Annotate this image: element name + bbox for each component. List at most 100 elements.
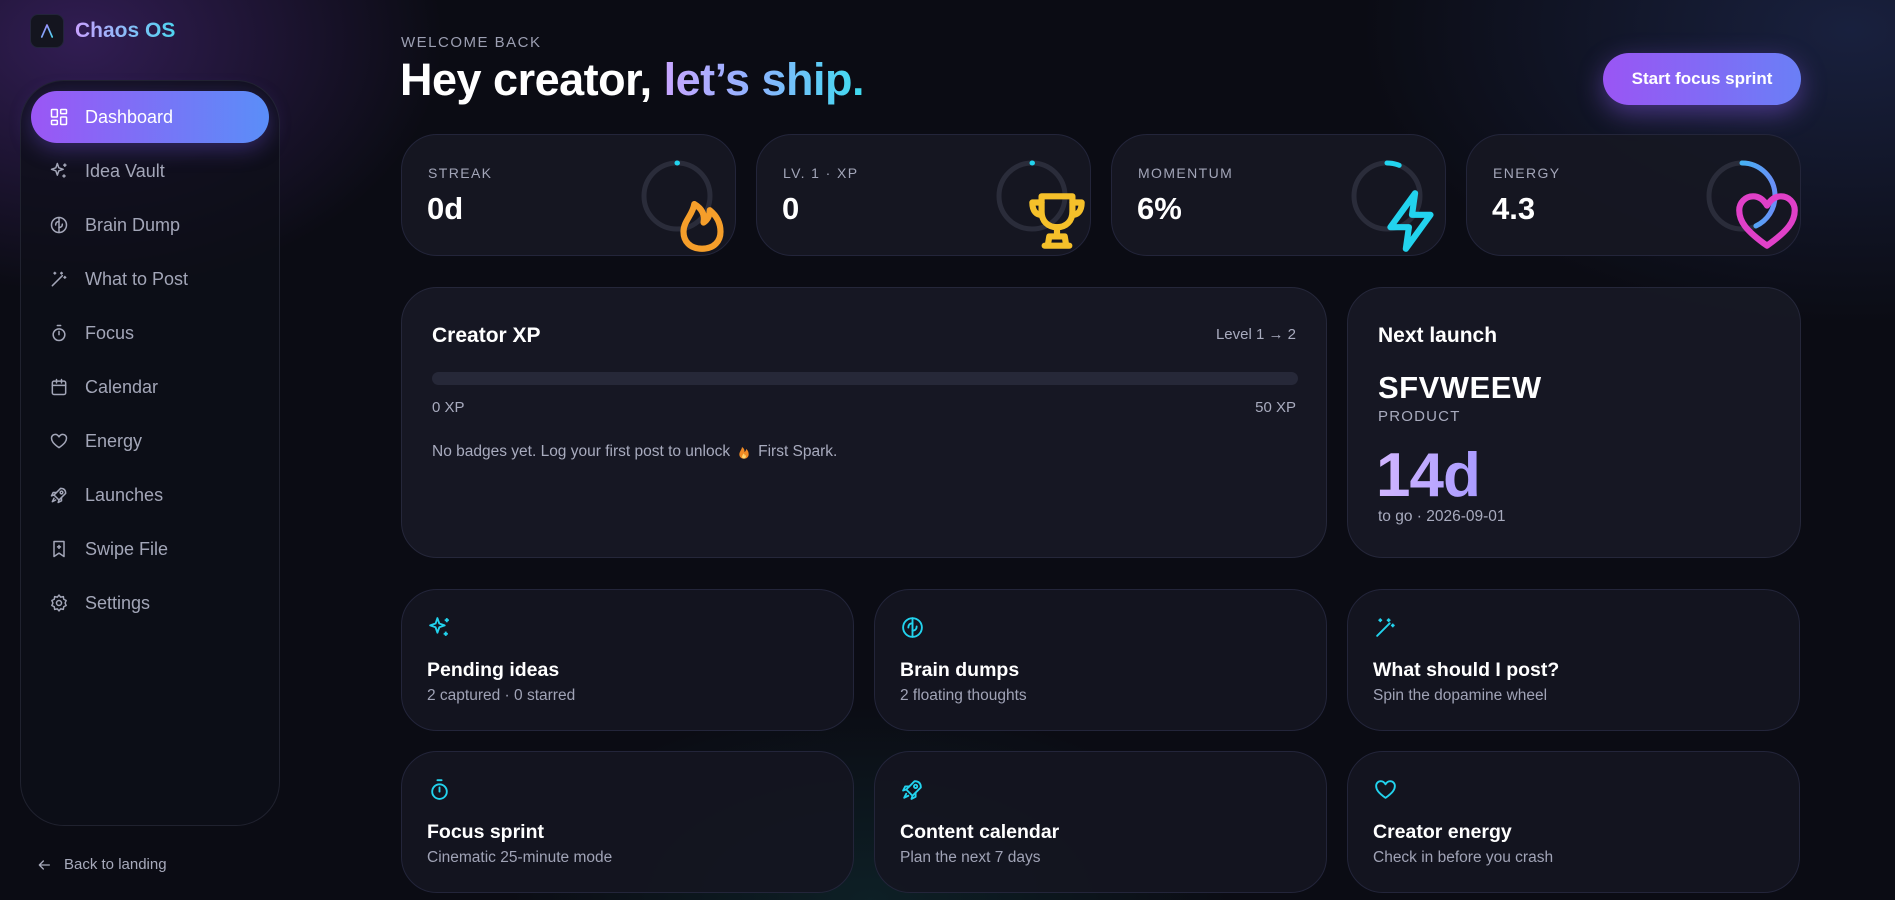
stat-card-xp: LV. 1 · XP 0 xyxy=(756,134,1091,256)
next-launch-card: Next launch SFVWEEW PRODUCT 14d to go · … xyxy=(1347,287,1801,558)
content-calendar-card[interactable]: Content calendar Plan the next 7 days xyxy=(874,751,1327,893)
trophy-icon xyxy=(1029,193,1085,249)
sidebar-item-brain-dump[interactable]: Brain Dump xyxy=(31,199,269,251)
stat-label: ENERGY xyxy=(1493,165,1561,181)
stat-value: 0d xyxy=(427,191,464,226)
sidebar-item-energy[interactable]: Energy xyxy=(31,415,269,467)
what-to-post-card[interactable]: What should I post? Spin the dopamine wh… xyxy=(1347,589,1800,731)
pending-ideas-card[interactable]: Pending ideas 2 captured · 0 starred xyxy=(401,589,854,731)
sidebar-item-focus[interactable]: Focus xyxy=(31,307,269,359)
action-title: Content calendar xyxy=(900,821,1060,843)
badges-note: No badges yet. Log your first post to un… xyxy=(432,443,837,461)
sidebar-item-label: Brain Dump xyxy=(85,214,181,235)
card-title: Creator XP xyxy=(432,324,541,347)
launch-countdown: 14d xyxy=(1376,441,1481,510)
brain-icon xyxy=(50,216,68,234)
creator-xp-card: Creator XP Level 1 → 2 0 XP 50 XP No bad… xyxy=(401,287,1327,558)
dashboard-icon xyxy=(50,108,68,126)
calendar-icon xyxy=(51,378,67,396)
action-title: Creator energy xyxy=(1373,821,1512,843)
action-subtitle: Plan the next 7 days xyxy=(900,849,1041,866)
stat-ring xyxy=(995,159,1085,249)
stat-card-energy: ENERGY 4.3 xyxy=(1466,134,1801,256)
flame-icon xyxy=(739,447,749,459)
xp-progress-bar xyxy=(432,372,1298,385)
welcome-eyebrow: WELCOME BACK xyxy=(401,34,542,51)
sidebar-item-label: Swipe File xyxy=(85,538,169,559)
stat-label: MOMENTUM xyxy=(1138,165,1234,181)
launch-name: SFVWEEW xyxy=(1378,370,1542,405)
bolt-icon xyxy=(1387,190,1434,252)
launch-type: PRODUCT xyxy=(1378,408,1461,425)
wand-icon xyxy=(1376,618,1395,637)
action-subtitle: Cinematic 25-minute mode xyxy=(427,849,613,866)
sidebar-item-label: Calendar xyxy=(85,376,159,397)
heart-icon xyxy=(1736,193,1798,249)
stat-value: 4.3 xyxy=(1492,191,1536,226)
xp-min-label: 0 XP xyxy=(432,399,465,416)
logo-icon xyxy=(30,14,64,48)
sidebar: Dashboard Idea Vault Brain Dump What to … xyxy=(20,80,280,826)
timer-icon xyxy=(52,324,66,342)
timer-icon xyxy=(431,779,448,800)
app-name: Chaos OS xyxy=(75,19,176,42)
stat-ring xyxy=(1705,159,1798,249)
sidebar-item-label: Dashboard xyxy=(85,106,174,127)
launch-date: to go · 2026-09-01 xyxy=(1378,508,1506,525)
stat-card-momentum: MOMENTUM 6% xyxy=(1111,134,1446,256)
action-title: Focus sprint xyxy=(427,821,545,843)
sidebar-item-calendar[interactable]: Calendar xyxy=(31,361,269,413)
back-to-landing-link[interactable]: Back to landing xyxy=(36,856,167,873)
page-title: Hey creator, let’s ship. xyxy=(400,54,865,106)
brand[interactable]: Chaos OS xyxy=(30,14,175,48)
sidebar-item-label: Idea Vault xyxy=(85,160,165,181)
badges-note-text: No badges yet. Log your first post to un… xyxy=(432,443,731,460)
sidebar-item-what-to-post[interactable]: What to Post xyxy=(31,253,269,305)
action-subtitle: 2 captured · 0 starred xyxy=(427,687,576,704)
badge-name: First Spark. xyxy=(758,443,838,460)
wand-icon xyxy=(51,271,67,287)
flame-icon xyxy=(680,200,724,252)
stat-ring xyxy=(640,159,724,252)
heart-icon xyxy=(50,433,68,449)
focus-sprint-card[interactable]: Focus sprint Cinematic 25-minute mode xyxy=(401,751,854,893)
stat-label: STREAK xyxy=(428,165,493,181)
level-indicator: Level 1 → 2 xyxy=(1215,326,1296,343)
start-focus-sprint-button[interactable]: Start focus sprint xyxy=(1603,53,1801,105)
brain-dumps-card[interactable]: Brain dumps 2 floating thoughts xyxy=(874,589,1327,731)
stat-label: LV. 1 · XP xyxy=(783,165,859,181)
brain-icon xyxy=(902,617,923,638)
sidebar-item-idea-vault[interactable]: Idea Vault xyxy=(31,145,269,197)
sidebar-item-settings[interactable]: Settings xyxy=(31,577,269,629)
stat-card-streak: STREAK 0d xyxy=(401,134,736,256)
gear-icon xyxy=(51,594,67,612)
greeting-accent: let’s ship. xyxy=(663,54,865,105)
card-title: Next launch xyxy=(1378,324,1498,347)
bookmark-icon xyxy=(53,540,65,558)
sidebar-item-label: Launches xyxy=(85,484,164,505)
sidebar-item-label: What to Post xyxy=(85,268,189,289)
heart-icon xyxy=(1375,780,1396,799)
action-subtitle: Spin the dopamine wheel xyxy=(1373,687,1548,704)
action-title: Pending ideas xyxy=(427,659,560,681)
sidebar-item-label: Settings xyxy=(85,592,151,613)
sidebar-item-swipe-file[interactable]: Swipe File xyxy=(31,523,269,575)
stat-ring xyxy=(1350,159,1434,252)
back-link-label: Back to landing xyxy=(64,856,167,873)
sparkles-icon xyxy=(50,162,67,178)
arrow-left-icon xyxy=(38,859,50,870)
greeting-text: Hey creator, xyxy=(400,54,664,105)
xp-max-label: 50 XP xyxy=(1255,399,1296,416)
sidebar-item-label: Energy xyxy=(85,430,143,451)
sparkles-icon xyxy=(429,617,449,636)
sidebar-item-launches[interactable]: Launches xyxy=(31,469,269,521)
sidebar-item-dashboard[interactable]: Dashboard xyxy=(31,91,269,143)
action-title: Brain dumps xyxy=(900,659,1020,681)
action-subtitle: 2 floating thoughts xyxy=(900,687,1027,704)
stat-value: 0 xyxy=(782,191,800,226)
creator-energy-card[interactable]: Creator energy Check in before you crash xyxy=(1347,751,1800,893)
rocket-icon xyxy=(902,780,922,800)
rocket-icon xyxy=(50,487,67,504)
action-title: What should I post? xyxy=(1373,659,1560,681)
stat-value: 6% xyxy=(1137,191,1182,226)
